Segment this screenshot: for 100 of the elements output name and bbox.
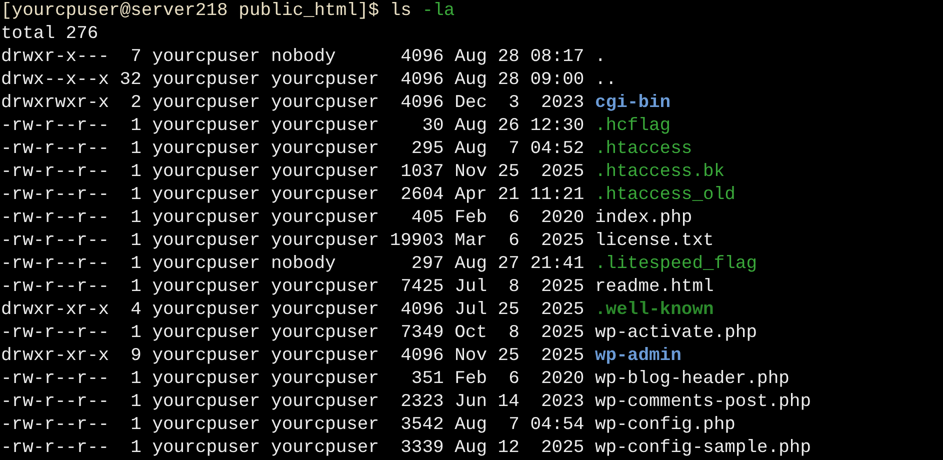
file-name: .hcflag — [595, 115, 672, 138]
group-name: yourcpuser — [271, 391, 380, 414]
owner-name: yourcpuser — [152, 46, 260, 69]
date-day: 6 — [508, 230, 520, 253]
date-day: 25 — [498, 345, 520, 368]
file-size: 3542 — [400, 414, 444, 437]
group-name: yourcpuser — [271, 207, 380, 230]
owner-name: yourcpuser — [152, 207, 260, 230]
link-count: 4 — [130, 299, 142, 322]
group-name: yourcpuser — [271, 138, 380, 161]
file-size: 297 — [411, 253, 444, 276]
owner-name: yourcpuser — [152, 345, 260, 368]
date-day: 26 — [498, 115, 520, 138]
time-or-year: 11:21 — [530, 184, 584, 207]
owner-name: yourcpuser — [152, 276, 260, 299]
file-name: wp-blog-header.php — [595, 368, 790, 391]
total-text: total 276 — [1, 23, 98, 46]
link-count: 7 — [130, 46, 142, 69]
owner-name: yourcpuser — [152, 253, 260, 276]
date-month: Aug — [454, 437, 488, 460]
owner-name: yourcpuser — [152, 138, 260, 161]
date-month: Feb — [454, 207, 488, 230]
file-size: 4096 — [400, 46, 444, 69]
group-name: yourcpuser — [271, 276, 380, 299]
link-count: 32 — [120, 69, 142, 92]
time-or-year: 2025 — [540, 161, 584, 184]
file-name: wp-comments-post.php — [595, 391, 812, 414]
time-or-year: 08:17 — [530, 46, 584, 69]
group-name: yourcpuser — [271, 230, 380, 253]
owner-name: yourcpuser — [152, 391, 260, 414]
permissions-text: -rw-r--r-- — [1, 115, 110, 138]
file-size: 295 — [411, 138, 444, 161]
date-day: 6 — [508, 207, 520, 230]
time-or-year: 2025 — [540, 345, 584, 368]
date-month: Aug — [454, 69, 488, 92]
time-or-year: 2020 — [540, 368, 584, 391]
file-name: .well-known — [595, 299, 715, 322]
date-day: 14 — [498, 391, 520, 414]
time-or-year: 04:52 — [530, 138, 584, 161]
link-count: 1 — [130, 322, 142, 345]
link-count: 2 — [130, 92, 142, 115]
file-size: 30 — [422, 115, 444, 138]
date-month: Oct — [454, 322, 488, 345]
link-count: 1 — [130, 437, 142, 460]
date-month: Aug — [454, 115, 488, 138]
file-size: 7425 — [400, 276, 444, 299]
link-count: 1 — [130, 207, 142, 230]
date-day: 6 — [508, 368, 520, 391]
file-name: .htaccess.bk — [595, 161, 726, 184]
group-name: yourcpuser — [271, 368, 380, 391]
date-month: Dec — [454, 92, 488, 115]
owner-name: yourcpuser — [152, 322, 260, 345]
permissions-text: -rw-r--r-- — [1, 207, 110, 230]
owner-name: yourcpuser — [152, 69, 260, 92]
permissions-text: drwx--x--x — [1, 69, 110, 92]
date-month: Nov — [454, 345, 488, 368]
file-size: 4096 — [400, 69, 444, 92]
owner-name: yourcpuser — [152, 184, 260, 207]
group-name: yourcpuser — [271, 345, 380, 368]
file-name: wp-activate.php — [595, 322, 758, 345]
permissions-text: -rw-r--r-- — [1, 414, 110, 437]
permissions-text: -rw-r--r-- — [1, 391, 110, 414]
link-count: 1 — [130, 115, 142, 138]
permissions-text: drwxr-x--- — [1, 46, 110, 69]
file-size: 2604 — [400, 184, 444, 207]
date-day: 28 — [498, 46, 520, 69]
owner-name: yourcpuser — [152, 414, 260, 437]
date-month: Jul — [454, 299, 488, 322]
date-month: Apr — [454, 184, 488, 207]
file-size: 351 — [411, 368, 444, 391]
date-month: Nov — [454, 161, 488, 184]
link-count: 1 — [130, 161, 142, 184]
file-name: .litespeed_flag — [595, 253, 758, 276]
date-day: 12 — [498, 437, 520, 460]
permissions-text: -rw-r--r-- — [1, 253, 110, 276]
time-or-year: 2023 — [540, 391, 584, 414]
group-name: yourcpuser — [271, 414, 380, 437]
date-day: 27 — [498, 253, 520, 276]
time-or-year: 2025 — [540, 276, 584, 299]
date-day: 25 — [498, 161, 520, 184]
date-month: Jul — [454, 276, 488, 299]
permissions-text: -rw-r--r-- — [1, 161, 110, 184]
permissions-text: -rw-r--r-- — [1, 184, 110, 207]
permissions-text: -rw-r--r-- — [1, 322, 110, 345]
date-day: 8 — [508, 276, 520, 299]
group-name: yourcpuser — [271, 92, 380, 115]
file-name: .htaccess_old — [595, 184, 736, 207]
link-count: 1 — [130, 138, 142, 161]
file-name: wp-config-sample.php — [595, 437, 812, 460]
owner-name: yourcpuser — [152, 299, 260, 322]
date-day: 21 — [498, 184, 520, 207]
prompt-text: [yourcpuser@server218 public_html]$ — [1, 0, 380, 23]
file-name: wp-admin — [595, 345, 682, 368]
time-or-year: 2025 — [540, 299, 584, 322]
group-name: yourcpuser — [271, 437, 380, 460]
file-name: .. — [595, 69, 618, 92]
time-or-year: 2023 — [540, 92, 584, 115]
date-day: 25 — [498, 299, 520, 322]
group-name: yourcpuser — [271, 115, 380, 138]
time-or-year: 21:41 — [530, 253, 584, 276]
